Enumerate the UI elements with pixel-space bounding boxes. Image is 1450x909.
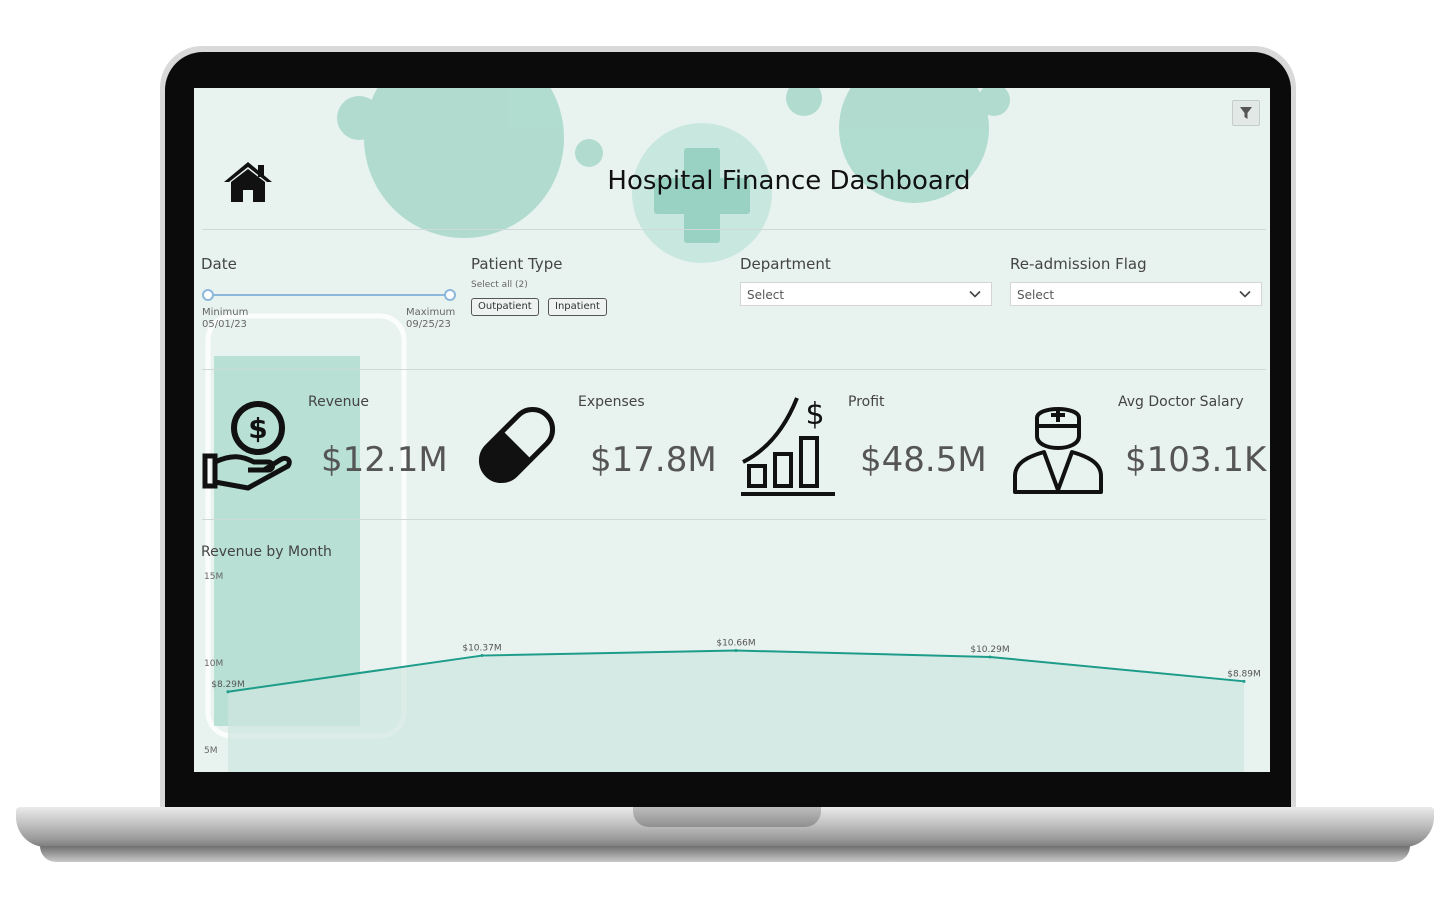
chip-inpatient[interactable]: Inpatient: [548, 298, 607, 316]
home-icon: [224, 162, 272, 202]
readmission-dropdown[interactable]: Select: [1010, 282, 1262, 306]
svg-text:$: $: [248, 412, 267, 445]
divider: [202, 229, 1266, 230]
department-placeholder: Select: [747, 288, 785, 302]
patient-type-label: Patient Type: [471, 255, 563, 273]
growth-chart-icon: $: [741, 397, 835, 496]
department-label: Department: [740, 255, 831, 273]
expenses-value: $17.8M: [590, 440, 717, 480]
dashboard-screen: Hospital Finance Dashboard Date Minimum …: [194, 88, 1270, 772]
revenue-point: [734, 649, 738, 653]
date-min-caption: Minimum: [202, 307, 249, 318]
divider: [202, 519, 1266, 520]
revenue-point: [226, 690, 230, 694]
filter-icon: [1240, 107, 1252, 119]
svg-text:$: $: [805, 397, 824, 432]
laptop-notch: [633, 807, 821, 827]
revenue-label: Revenue: [308, 394, 369, 410]
avg-doctor-salary-value: $103.1K: [1125, 440, 1267, 480]
filter-button[interactable]: [1232, 100, 1260, 126]
chevron-down-icon: [969, 290, 981, 298]
y-tick-label: 5M: [204, 746, 218, 756]
doctor-icon: [1013, 407, 1103, 494]
laptop-base-shadow: [40, 846, 1410, 862]
avg-doctor-salary-label: Avg Doctor Salary: [1118, 394, 1244, 410]
revenue-by-month-chart: 15M 10M 5M $8.29M $10.37M $10.66M $10.29M $8.89…: [204, 572, 1261, 772]
date-label: Date: [201, 255, 237, 273]
profit-value: $48.5M: [860, 440, 987, 480]
data-label: $10.29M: [970, 645, 1009, 655]
pill-icon: [478, 406, 556, 484]
data-label: $10.37M: [462, 644, 501, 654]
department-dropdown[interactable]: Select: [740, 282, 992, 306]
data-label: $10.66M: [716, 639, 755, 649]
chevron-down-icon: [1239, 290, 1251, 298]
profit-label: Profit: [848, 394, 885, 410]
y-tick-label: 10M: [204, 659, 223, 669]
date-slider-track[interactable]: [208, 294, 450, 296]
expenses-label: Expenses: [578, 394, 645, 410]
readmission-label: Re-admission Flag: [1010, 255, 1147, 273]
divider: [202, 369, 1266, 370]
date-min-value: 05/01/23: [202, 319, 247, 330]
home-button[interactable]: [222, 160, 274, 204]
revenue-point: [1242, 679, 1246, 683]
page-title: Hospital Finance Dashboard: [607, 166, 971, 196]
chip-outpatient[interactable]: Outpatient: [471, 298, 539, 316]
select-all-link[interactable]: Select all (2): [471, 279, 528, 291]
date-max-caption: Maximum: [406, 307, 456, 318]
date-slider-min-handle[interactable]: [202, 289, 214, 301]
money-hand-icon: $: [202, 401, 292, 491]
date-max-value: 09/25/23: [406, 319, 451, 330]
revenue-value: $12.1M: [321, 440, 448, 480]
revenue-area: [228, 650, 1244, 772]
revenue-point: [988, 655, 992, 659]
data-label: $8.29M: [211, 680, 245, 690]
y-tick-label: 15M: [204, 572, 223, 582]
revenue-point: [480, 654, 484, 658]
readmission-placeholder: Select: [1017, 288, 1055, 302]
date-slider-max-handle[interactable]: [444, 289, 456, 301]
data-label: $8.89M: [1227, 669, 1261, 679]
